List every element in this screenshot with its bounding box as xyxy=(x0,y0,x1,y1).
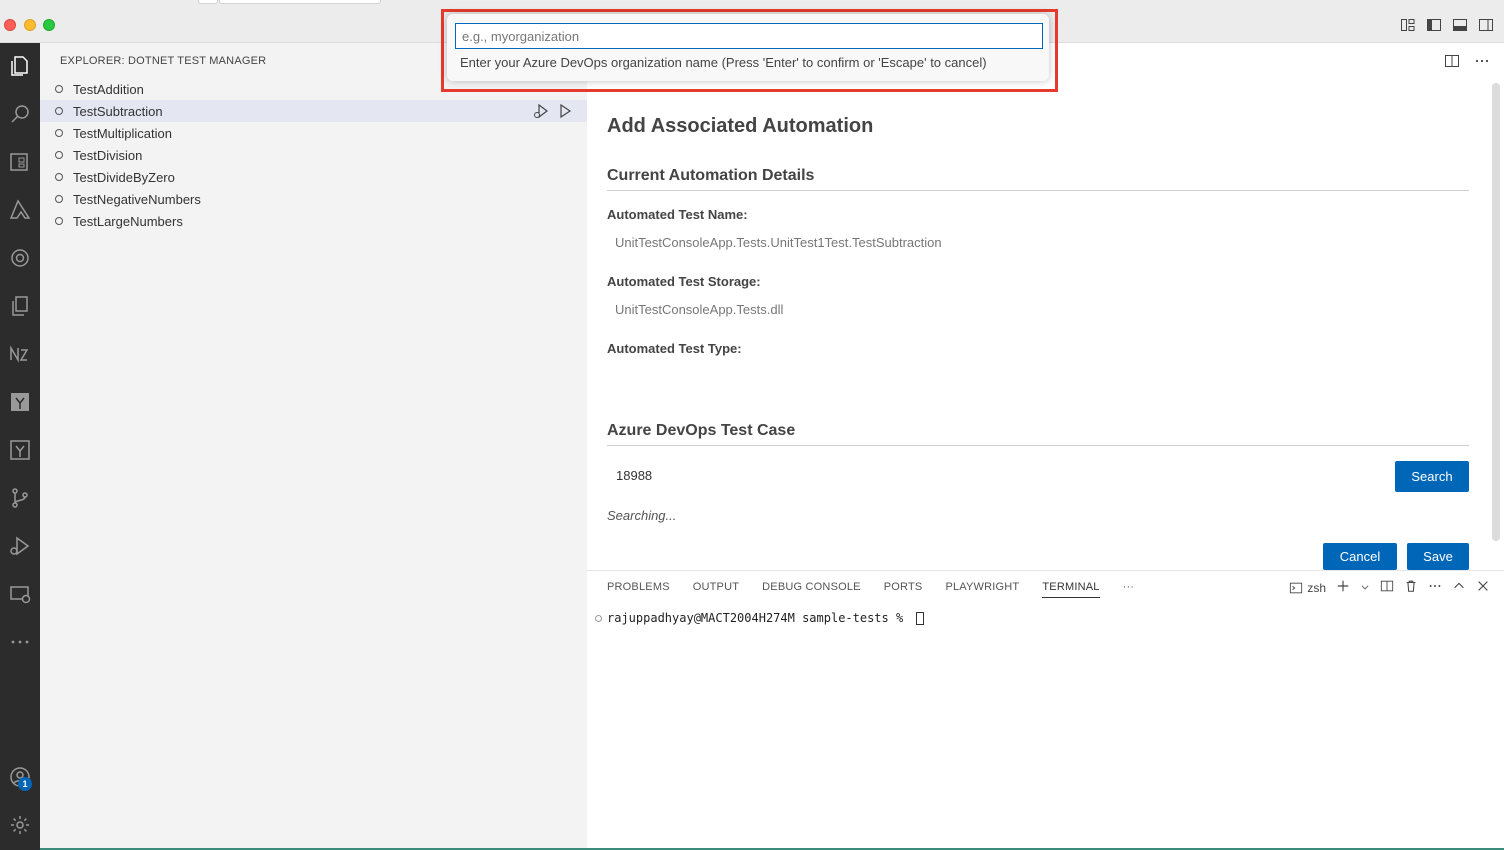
test-item[interactable]: TestMultiplication xyxy=(40,122,587,144)
test-name-label: Automated Test Name: xyxy=(607,207,748,222)
test-type-label: Automated Test Type: xyxy=(607,341,742,356)
new-terminal-icon[interactable] xyxy=(1336,579,1350,596)
run-debug-icon[interactable] xyxy=(4,530,36,562)
test-label: TestSubtraction xyxy=(73,103,163,119)
tab-edge xyxy=(198,0,218,4)
test-label: TestLargeNumbers xyxy=(73,213,183,229)
customize-layout-icon[interactable] xyxy=(1400,17,1416,33)
terminal-cursor xyxy=(916,611,925,625)
terminal-icon xyxy=(1290,582,1303,593)
test-status-icon xyxy=(55,107,63,115)
tab-edge xyxy=(219,0,381,4)
remote-explorer-icon[interactable] xyxy=(4,578,36,610)
organization-name-input[interactable] xyxy=(455,23,1043,49)
test-status-icon xyxy=(55,85,63,93)
test-label: TestNegativeNumbers xyxy=(73,191,201,207)
test-label: TestDivision xyxy=(73,147,143,163)
test-storage-label: Automated Test Storage: xyxy=(607,274,761,289)
test-item[interactable]: TestDivideByZero xyxy=(40,166,587,188)
toggle-secondary-sidebar-icon[interactable] xyxy=(1478,17,1494,33)
test-storage-value: UnitTestConsoleApp.Tests.dll xyxy=(615,302,784,317)
window-close-button[interactable] xyxy=(4,19,16,31)
accounts-badge: 1 xyxy=(18,777,32,791)
toggle-panel-icon[interactable] xyxy=(1452,17,1468,33)
test-status-icon xyxy=(55,173,63,181)
test-status-icon xyxy=(55,217,63,225)
test-explorer-sidebar: EXPLORER: DOTNET TEST MANAGER TestAdditi… xyxy=(40,43,587,850)
toggle-primary-sidebar-icon[interactable] xyxy=(1426,17,1442,33)
test-manager-icon[interactable] xyxy=(4,146,36,178)
panel-more-icon[interactable] xyxy=(1428,579,1442,596)
search-button[interactable]: Search xyxy=(1395,461,1469,492)
test-status-icon xyxy=(55,129,63,137)
n8n-icon[interactable] xyxy=(4,338,36,370)
panel-tabs: PROBLEMS OUTPUT DEBUG CONSOLE PORTS PLAY… xyxy=(607,581,1157,598)
copy-icon[interactable] xyxy=(4,290,36,322)
bottom-panel: PROBLEMS OUTPUT DEBUG CONSOLE PORTS PLAY… xyxy=(587,570,1504,850)
panel-actions: zsh xyxy=(1289,579,1490,596)
azure-repos-icon[interactable] xyxy=(4,434,36,466)
activity-bar: 1 xyxy=(0,43,40,850)
terminal-prompt: rajuppadhyay@MACT2004H274M sample-tests … xyxy=(607,611,911,625)
devops-test-case-heading: Azure DevOps Test Case xyxy=(607,422,1469,446)
more-actions-icon[interactable] xyxy=(1474,53,1490,74)
azure-icon[interactable] xyxy=(4,194,36,226)
terminal-decoration-icon xyxy=(595,614,602,622)
layout-controls xyxy=(1400,17,1494,33)
tab-debug-console[interactable]: DEBUG CONSOLE xyxy=(762,581,861,598)
test-item[interactable]: TestDivision xyxy=(40,144,587,166)
split-terminal-icon[interactable] xyxy=(1380,579,1394,596)
test-label: TestAddition xyxy=(73,81,144,97)
quick-input-widget: Enter your Azure DevOps organization nam… xyxy=(447,14,1049,81)
save-button[interactable]: Save xyxy=(1407,543,1469,570)
test-case-id-input[interactable]: 18988 xyxy=(607,461,1387,491)
test-status-icon xyxy=(55,151,63,159)
debug-test-icon[interactable] xyxy=(533,103,549,122)
more-icon[interactable] xyxy=(4,626,36,658)
tab-problems[interactable]: PROBLEMS xyxy=(607,581,670,598)
search-status: Searching... xyxy=(607,508,677,523)
window-maximize-button[interactable] xyxy=(43,19,55,31)
test-row-actions xyxy=(533,103,573,122)
openai-icon[interactable] xyxy=(4,242,36,274)
shell-name: zsh xyxy=(1307,580,1326,595)
explorer-icon[interactable] xyxy=(4,50,36,82)
trash-icon[interactable] xyxy=(1404,579,1418,596)
tab-playwright[interactable]: PLAYWRIGHT xyxy=(945,581,1019,598)
run-test-icon[interactable] xyxy=(557,103,573,122)
editor-webview: Add Associated Automation Current Automa… xyxy=(587,43,1504,570)
close-icon[interactable] xyxy=(1476,579,1490,596)
test-name-value: UnitTestConsoleApp.Tests.UnitTest1Test.T… xyxy=(615,235,942,250)
chevron-up-icon[interactable] xyxy=(1452,579,1466,596)
page-title: Add Associated Automation xyxy=(607,115,874,137)
vscode-window: 1 EXPLORER: DOTNET TEST MANAGER TestAddi… xyxy=(0,0,1504,850)
settings-gear-icon[interactable] xyxy=(4,809,36,841)
chevron-down-icon[interactable] xyxy=(1360,581,1370,595)
source-control-icon[interactable] xyxy=(4,482,36,514)
azure-pipelines-icon[interactable] xyxy=(4,386,36,418)
split-editor-icon[interactable] xyxy=(1444,53,1460,74)
quick-input-message: Enter your Azure DevOps organization nam… xyxy=(460,55,987,70)
test-status-icon xyxy=(55,195,63,203)
cancel-button[interactable]: Cancel xyxy=(1323,543,1397,570)
terminal-output[interactable]: rajuppadhyay@MACT2004H274M sample-tests … xyxy=(595,611,925,625)
current-details-heading: Current Automation Details xyxy=(607,167,1469,191)
window-minimize-button[interactable] xyxy=(24,19,36,31)
test-item[interactable]: TestNegativeNumbers xyxy=(40,188,587,210)
editor-scrollbar[interactable] xyxy=(1492,83,1500,541)
test-label: TestDivideByZero xyxy=(73,169,175,185)
test-item[interactable]: TestSubtraction xyxy=(40,100,587,122)
tab-ports[interactable]: PORTS xyxy=(884,581,923,598)
test-item[interactable]: TestLargeNumbers xyxy=(40,210,587,232)
panel-more-tabs[interactable]: ··· xyxy=(1123,581,1135,598)
sidebar-title: EXPLORER: DOTNET TEST MANAGER xyxy=(60,55,267,67)
tab-terminal[interactable]: TERMINAL xyxy=(1042,581,1100,598)
search-icon[interactable] xyxy=(4,98,36,130)
editor-actions xyxy=(1444,53,1490,74)
terminal-shell-selector[interactable]: zsh xyxy=(1289,581,1326,595)
tab-output[interactable]: OUTPUT xyxy=(693,581,739,598)
test-label: TestMultiplication xyxy=(73,125,172,141)
